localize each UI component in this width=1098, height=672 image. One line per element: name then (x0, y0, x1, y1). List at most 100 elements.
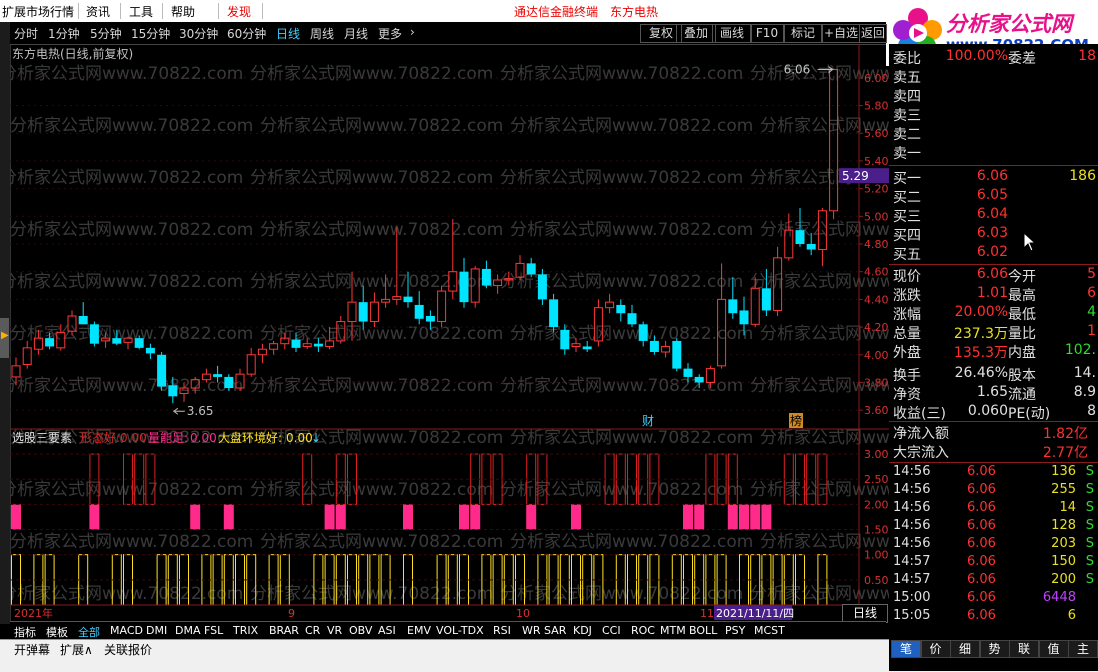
quote-tab[interactable]: 值 (1038, 640, 1069, 658)
quote-tab[interactable]: 价 (920, 640, 951, 658)
candle-body-down (616, 304, 626, 314)
indicator-tab[interactable]: DMA (175, 624, 201, 637)
period-daily[interactable]: 日线 (276, 25, 300, 42)
indicator-tab[interactable]: 模板 (46, 624, 68, 640)
date-label-sep: 9 (288, 607, 295, 620)
tick-price: 6.06 (967, 500, 996, 515)
stat-value: 14. (1073, 365, 1096, 381)
period-60min[interactable]: 60分钟 (227, 25, 266, 42)
indicator-tab[interactable]: OBV (349, 624, 372, 637)
sell-level[interactable]: 卖二 (893, 124, 1098, 143)
indicator-tab[interactable]: WR (522, 624, 541, 637)
sell-level[interactable]: 卖四 (893, 86, 1098, 105)
buy-level[interactable]: 买二 6.05 (893, 187, 1098, 206)
candle-body-up (347, 301, 357, 323)
ranking-event-label: 榜 (790, 413, 802, 428)
buy-level[interactable]: 买三 6.04 (893, 206, 1098, 225)
quote-tab[interactable]: 笔 (891, 640, 921, 658)
buy-level[interactable]: 买一 6.06 186 (893, 168, 1098, 187)
indicator-tab[interactable]: PSY (725, 624, 745, 637)
indicator-tab[interactable]: VR (327, 624, 342, 637)
menu-tools[interactable]: 工具 (129, 3, 153, 20)
candle-body-down (683, 368, 693, 377)
indicator-tab[interactable]: MACD (110, 624, 143, 637)
period-1min[interactable]: 1分钟 (48, 25, 80, 42)
indicator-tab[interactable]: MCST (754, 624, 785, 637)
stat-row: 总量 237.3万 量比 1 (893, 323, 1098, 342)
menu-discover[interactable]: 发现 (227, 3, 251, 20)
expand-panel-handle[interactable]: ▶ (0, 318, 9, 358)
watermark-text: 分析家公式网www.70822.com (760, 428, 889, 448)
overlay-button[interactable]: 叠加 (676, 24, 716, 43)
indicator-tab[interactable]: ROC (631, 624, 655, 637)
candle-body-down (638, 324, 648, 341)
indicator-tab[interactable]: BOLL (689, 624, 717, 637)
sell-level[interactable]: 卖三 (893, 105, 1098, 124)
sell-level[interactable]: 卖五 (893, 67, 1098, 86)
menu-extended-market[interactable]: 扩展市场行情 (2, 3, 74, 20)
indicator-tab[interactable]: EMV (407, 624, 431, 637)
sell-label: 卖二 (893, 127, 921, 143)
quote-tab[interactable]: 主 (1068, 640, 1098, 658)
extend-toggle[interactable]: 扩展∧ (60, 641, 93, 658)
terminal-link[interactable]: 通达信金融终端 (514, 3, 598, 20)
add-watchlist-button[interactable]: +自选 (822, 24, 860, 43)
kline-chart[interactable]: 分析家公式网www.70822.com 分析家公式网www.70822.com 分析… (10, 44, 889, 621)
more-arrow-icon[interactable]: › (410, 25, 415, 39)
tick-row: 14:56 6.06 136 S (893, 464, 1098, 482)
finance-event-label[interactable]: 财 (642, 414, 654, 428)
tick-volume: 6 (1067, 608, 1076, 623)
period-monthly[interactable]: 月线 (344, 25, 368, 42)
menu-help[interactable]: 帮助 (171, 3, 195, 20)
f10-button[interactable]: F10 (750, 24, 784, 43)
quote-tab[interactable]: 势 (979, 640, 1010, 658)
period-weekly[interactable]: 周线 (310, 25, 334, 42)
indicator-tab[interactable]: 指标 (14, 624, 36, 640)
indicator-tab[interactable]: 全部 (78, 624, 100, 640)
buy-level[interactable]: 买四 6.03 (893, 225, 1098, 244)
indicator-tab[interactable]: CR (305, 624, 320, 637)
stat-label: 换手 (893, 368, 921, 384)
period-tick[interactable]: 分时 (14, 25, 38, 42)
mark-button[interactable]: 标记 (784, 24, 822, 43)
stat-value: 6.06 (976, 266, 1008, 282)
period-30min[interactable]: 30分钟 (179, 25, 218, 42)
volume-bar (761, 504, 772, 530)
indicator-tab[interactable]: CCI (602, 624, 621, 637)
indicator-down-arrow-icon[interactable]: ↓ (311, 431, 321, 445)
menu-separator (78, 3, 79, 19)
indicator-tab[interactable]: SAR (544, 624, 566, 637)
tick-row: 15:05 6.06 6 (893, 608, 1098, 624)
period-5min[interactable]: 5分钟 (90, 25, 122, 42)
price-tick-label: 5.60 (864, 127, 889, 140)
divider (889, 264, 1098, 265)
period-more[interactable]: 更多 (378, 25, 402, 42)
indicator-tab[interactable]: RSI (493, 624, 511, 637)
menu-news[interactable]: 资讯 (86, 3, 110, 20)
buy-label: 买二 (893, 190, 921, 206)
indicator-tab[interactable]: VOL-TDX (436, 624, 484, 637)
indicator-title[interactable]: 选股三要素 (12, 431, 72, 445)
back-button[interactable]: 返回 (859, 24, 887, 43)
quote-tab[interactable]: 细 (950, 640, 980, 658)
indicator-tab[interactable]: BRAR (269, 624, 299, 637)
buy-level[interactable]: 买五 6.02 (893, 244, 1098, 263)
indicator-tab[interactable]: FSL (204, 624, 223, 637)
stock-name-link[interactable]: 东方电热 (610, 3, 658, 20)
candle-body-up (269, 343, 279, 350)
stat-label: 流通 (1008, 387, 1036, 403)
indicator-tab[interactable]: ASI (378, 624, 396, 637)
indicator-tab[interactable]: KDJ (573, 624, 592, 637)
indicator-tab[interactable]: MTM (660, 624, 686, 637)
danmaku-toggle[interactable]: 开弹幕 (14, 641, 50, 658)
indicator-tab[interactable]: DMI (146, 624, 167, 637)
sell-level[interactable]: 卖一 (893, 143, 1098, 162)
period-15min[interactable]: 15分钟 (131, 25, 170, 42)
tick-price: 6.06 (967, 536, 996, 551)
quote-tab[interactable]: 联 (1009, 640, 1039, 658)
mouse-cursor-icon (1023, 232, 1037, 252)
indicator-tab[interactable]: TRIX (233, 624, 258, 637)
draw-button[interactable]: 画线 (712, 24, 752, 43)
related-quote-toggle[interactable]: 关联报价 (104, 641, 152, 658)
quote-panel: 委比 100.00% 委差 18 卖五 卖四 卖三 卖二 卖一 买一 6.06 … (889, 44, 1098, 624)
